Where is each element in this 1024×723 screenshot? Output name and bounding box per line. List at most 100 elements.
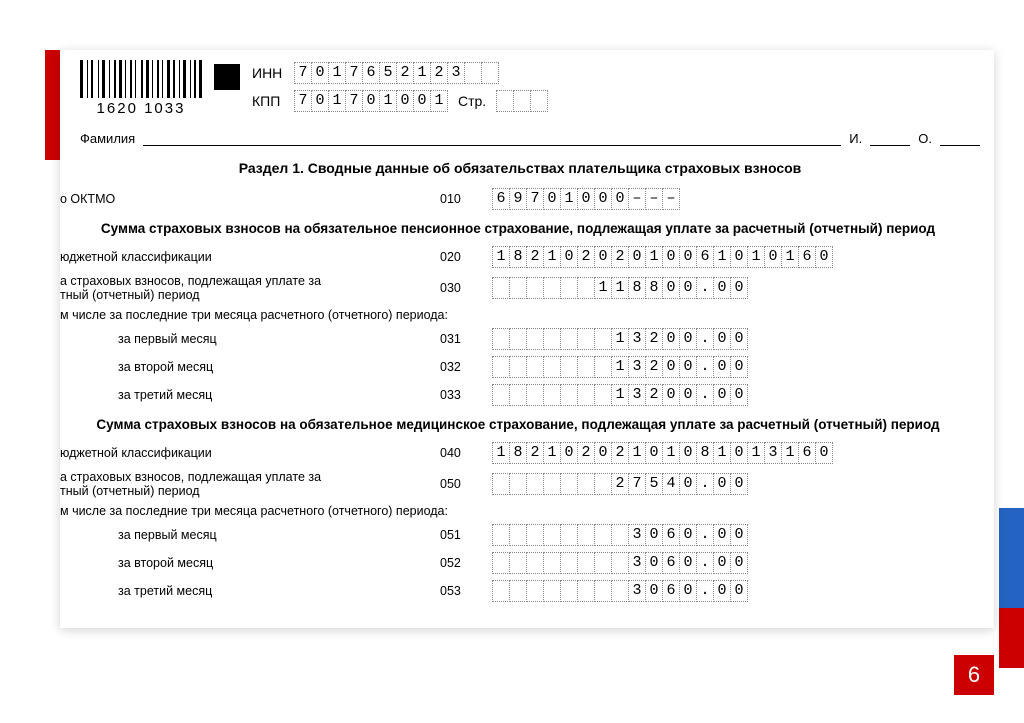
- m2-label-2: за второй месяц: [60, 556, 440, 570]
- cell: 0: [311, 62, 329, 84]
- cell: 1: [611, 328, 629, 350]
- barcode-bars: [80, 60, 202, 98]
- cell: [577, 277, 595, 299]
- cell: [526, 580, 544, 602]
- m3-053-cells: 3060.00: [492, 580, 748, 602]
- kpp-row: КПП 701701001 Стр.: [252, 90, 548, 112]
- cell: .: [696, 356, 714, 378]
- code-051: 051: [440, 528, 492, 542]
- cell: [543, 524, 561, 546]
- cell: 0: [645, 524, 663, 546]
- cell: 8: [628, 277, 646, 299]
- code-032: 032: [440, 360, 492, 374]
- cell: 2: [645, 356, 663, 378]
- cell: 0: [594, 246, 612, 268]
- cell: 0: [713, 328, 731, 350]
- cell: 1: [747, 246, 765, 268]
- m2-052-cells: 3060.00: [492, 552, 748, 574]
- cell: 0: [679, 277, 697, 299]
- cell: 1: [628, 442, 646, 464]
- cell: 1: [611, 277, 629, 299]
- cell: 0: [679, 328, 697, 350]
- cell: [594, 473, 612, 495]
- kpp-label: КПП: [252, 93, 288, 109]
- cell: 0: [645, 442, 663, 464]
- cell: [543, 328, 561, 350]
- cell: 1: [747, 442, 765, 464]
- m1-051-cells: 3060.00: [492, 524, 748, 546]
- cell: 7: [294, 62, 312, 84]
- cell: [526, 384, 544, 406]
- cell: 2: [645, 384, 663, 406]
- kbk-020-cells: 18210202010061010160: [492, 246, 833, 268]
- initial-i-label: И.: [849, 131, 862, 146]
- cell: [492, 384, 510, 406]
- cell: 6: [662, 552, 680, 574]
- cell: [492, 277, 510, 299]
- cell: 0: [662, 246, 680, 268]
- cell: [509, 524, 527, 546]
- cell: 3: [764, 442, 782, 464]
- surname-label: Фамилия: [80, 131, 135, 146]
- cell: 6: [696, 246, 714, 268]
- cell: –: [662, 188, 680, 210]
- m1-031-cells: 13200.00: [492, 328, 748, 350]
- cell: [509, 580, 527, 602]
- cell: 7: [345, 62, 363, 84]
- cell: .: [696, 384, 714, 406]
- kbk-040-cells: 18210202101081013160: [492, 442, 833, 464]
- cell: [492, 356, 510, 378]
- cell: 0: [679, 356, 697, 378]
- cell: 2: [396, 62, 414, 84]
- cell: 8: [645, 277, 663, 299]
- cell: .: [696, 580, 714, 602]
- cell: 0: [679, 473, 697, 495]
- cell: 1: [379, 90, 397, 112]
- cell: 3: [447, 62, 465, 84]
- cell: [560, 277, 578, 299]
- initial-i-underline: [870, 132, 910, 146]
- initial-o-underline: [940, 132, 980, 146]
- cell: 6: [662, 580, 680, 602]
- cell: 0: [730, 580, 748, 602]
- pension-heading: Сумма страховых взносов на обязательное …: [60, 220, 976, 238]
- cell: 2: [611, 442, 629, 464]
- cell: 0: [413, 90, 431, 112]
- str-label: Стр.: [458, 93, 486, 109]
- cell: 5: [379, 62, 397, 84]
- cell: 6: [798, 442, 816, 464]
- cell: 0: [764, 246, 782, 268]
- barcode: 1620 1033: [80, 60, 202, 117]
- cell: [543, 473, 561, 495]
- oktmo-row: о ОКТМО 010 69701000–––: [60, 188, 980, 210]
- cell: 0: [662, 277, 680, 299]
- cell: 0: [396, 90, 414, 112]
- cell: [526, 328, 544, 350]
- barcode-number: 1620 1033: [97, 100, 186, 117]
- cell: 3: [628, 552, 646, 574]
- last3-note-2: м числе за последние три месяца расчетно…: [60, 504, 980, 518]
- cell: –: [628, 188, 646, 210]
- cell: 0: [815, 246, 833, 268]
- str-cells: [496, 90, 548, 112]
- cell: 1: [781, 442, 799, 464]
- cell: 1: [781, 246, 799, 268]
- page-number: 6: [968, 662, 980, 688]
- cell: [509, 328, 527, 350]
- cell: 1: [430, 90, 448, 112]
- cell: 3: [628, 328, 646, 350]
- cell: 0: [611, 188, 629, 210]
- cell: 0: [594, 188, 612, 210]
- cell: 0: [645, 552, 663, 574]
- cell: [526, 356, 544, 378]
- last3-note-1: м числе за последние три месяца расчетно…: [60, 308, 980, 322]
- cell: 0: [662, 328, 680, 350]
- cell: 0: [730, 524, 748, 546]
- code-031: 031: [440, 332, 492, 346]
- cell: [560, 580, 578, 602]
- m3-033-row: за третий месяц 033 13200.00: [60, 384, 980, 406]
- cell: [577, 473, 595, 495]
- cell: .: [696, 277, 714, 299]
- m1-051-row: за первый месяц 051 3060.00: [60, 524, 980, 546]
- kbk-020-row: юджетной классификации 020 1821020201006…: [60, 246, 980, 268]
